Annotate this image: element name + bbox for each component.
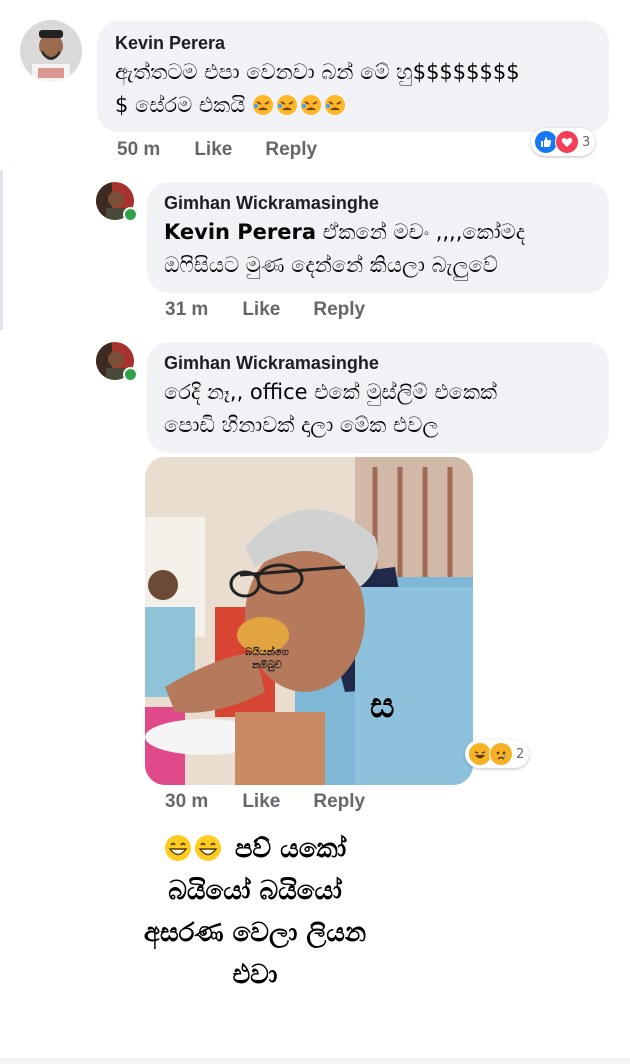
reactions-summary[interactable]: 3: [531, 128, 596, 156]
reply-link[interactable]: Reply: [265, 139, 317, 161]
reaction-count: 3: [582, 134, 591, 150]
comment-author[interactable]: Kevin Perera: [115, 33, 591, 54]
reactions-summary[interactable]: 2: [465, 740, 530, 768]
comment-author[interactable]: Gimhan Wickramasinghe: [164, 353, 592, 374]
online-status-indicator: [123, 367, 138, 382]
overlay-caption-line1-text: පව් යකෝ: [234, 834, 347, 864]
like-link[interactable]: Like: [242, 299, 280, 321]
like-link[interactable]: Like: [194, 139, 232, 161]
comment-bubble: Gimhan Wickramasinghe Kevin Perera ඒකනේ …: [147, 182, 609, 293]
comment-meta: 31 m Like Reply: [165, 299, 365, 321]
like-link[interactable]: Like: [242, 791, 280, 813]
reaction-count: 2: [516, 746, 525, 762]
comment-meta: 50 m Like Reply: [117, 139, 317, 161]
reply-link[interactable]: Reply: [313, 791, 365, 813]
sad-icon: [489, 742, 513, 766]
online-status-indicator: [123, 207, 138, 222]
comment-bubble: Gimhan Wickramasinghe රෙදි නෑ,, office එ…: [147, 342, 609, 453]
avatar-kevin-perera[interactable]: [20, 20, 82, 82]
photo-caption: බයියන්ගෙ නම්බුව: [245, 647, 289, 671]
overlay-caption: පව් යකෝ බයියෝ බයියෝ අසරණ වෙලා ලියන එවා: [60, 828, 450, 996]
reply-link[interactable]: Reply: [313, 299, 365, 321]
overlay-caption-line2: බයියෝ බයියෝ: [168, 876, 342, 906]
comment-text: ඇත්තටම එපා වෙනවා බන් මේ හු$$$$$$$$: [115, 60, 520, 84]
overlay-caption-line1: පව් යකෝ: [60, 828, 450, 870]
grinning-emoji-icon: [164, 834, 222, 862]
avatar-image: [20, 20, 82, 82]
comment-timestamp[interactable]: 30 m: [165, 791, 208, 813]
comment-text: Kevin Perera ඒකනේ මචං ,,,,කෝමද: [164, 216, 592, 249]
comment-photo[interactable]: [145, 457, 473, 785]
comment-timestamp[interactable]: 50 m: [117, 139, 160, 161]
comment-text-content: ඒකනේ මචං ,,,,කෝමද: [322, 220, 526, 244]
reply-thread-line: [0, 170, 3, 330]
comment-meta: 30 m Like Reply: [165, 791, 365, 813]
comment-text-line2-content: $ සේරම එකයි: [115, 93, 246, 117]
comment-text-line2: පොඩි හිනාවක් දාලා මේක එවල: [164, 413, 439, 437]
tired-face-emoji-icon: [252, 94, 346, 116]
comment-timestamp[interactable]: 31 m: [165, 299, 208, 321]
love-icon: [555, 130, 579, 154]
comment-bubble: Kevin Perera ඇත්තටම එපා වෙනවා බන් මේ හු$…: [97, 21, 609, 132]
overlay-caption-line3: අසරණ වෙලා ලියන: [143, 918, 367, 948]
overlay-caption-line4: එවා: [232, 960, 278, 990]
photo-shirt-letter: ස: [370, 686, 395, 726]
photo-image: [145, 457, 473, 785]
comment-author[interactable]: Gimhan Wickramasinghe: [164, 193, 592, 214]
comment-text-line2: $ සේරම එකයි: [115, 89, 591, 122]
mention-link[interactable]: Kevin Perera: [164, 220, 316, 244]
next-comment-edge: [0, 1058, 630, 1064]
comment-text: රෙදි නෑ,, office එකේ මුස්ලිම් එකෙක්: [164, 380, 498, 404]
comment-text-line2: ඔෆිසියට මුණ දෙන්නේ කියලා බැලුවේ: [164, 253, 498, 277]
